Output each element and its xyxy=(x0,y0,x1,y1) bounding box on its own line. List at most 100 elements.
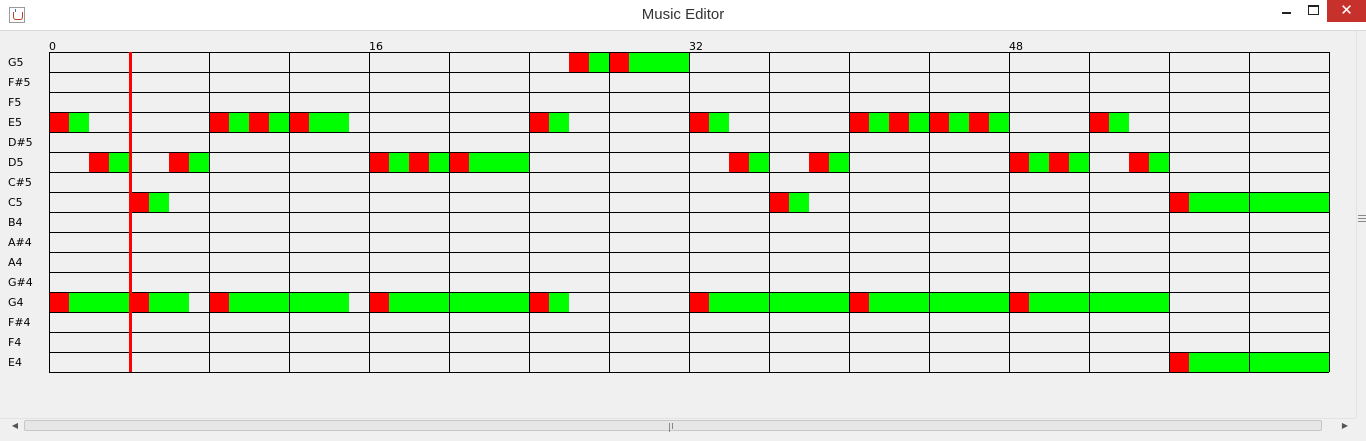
maximize-button[interactable] xyxy=(1300,0,1326,22)
note-head[interactable] xyxy=(49,112,69,132)
note-head[interactable] xyxy=(849,112,869,132)
note-sustain[interactable] xyxy=(389,292,529,312)
note-head[interactable] xyxy=(1049,152,1069,172)
note-head[interactable] xyxy=(889,112,909,132)
minimize-button[interactable] xyxy=(1275,0,1299,22)
note-sustain[interactable] xyxy=(549,292,569,312)
note-head[interactable] xyxy=(529,112,549,132)
note-sustain[interactable] xyxy=(1029,152,1049,172)
note-head[interactable] xyxy=(689,112,709,132)
note-sustain[interactable] xyxy=(1109,112,1129,132)
scroll-left-arrow-icon[interactable]: ◀ xyxy=(8,419,22,432)
pitch-label: A4 xyxy=(8,256,23,269)
note-head[interactable] xyxy=(729,152,749,172)
scroll-right-arrow-icon[interactable]: ▶ xyxy=(1338,419,1352,432)
title-bar[interactable]: Music Editor ✕ xyxy=(0,0,1366,31)
note-head[interactable] xyxy=(209,112,229,132)
playhead-line[interactable] xyxy=(129,52,132,372)
note-head[interactable] xyxy=(1169,352,1189,372)
note-sustain[interactable] xyxy=(549,112,569,132)
note-sustain[interactable] xyxy=(1189,352,1329,372)
note-head[interactable] xyxy=(169,152,189,172)
note-sustain[interactable] xyxy=(1029,292,1169,312)
note-sustain[interactable] xyxy=(429,152,449,172)
pitch-label: E4 xyxy=(8,356,22,369)
note-head[interactable] xyxy=(769,192,789,212)
note-head[interactable] xyxy=(929,112,949,132)
note-head[interactable] xyxy=(1089,112,1109,132)
vertical-scrollbar[interactable] xyxy=(1356,31,1366,418)
note-sustain[interactable] xyxy=(709,112,729,132)
note-head[interactable] xyxy=(849,292,869,312)
note-head[interactable] xyxy=(449,152,469,172)
pitch-label: F#5 xyxy=(8,76,31,89)
note-sustain[interactable] xyxy=(829,152,849,172)
note-sustain[interactable] xyxy=(229,112,249,132)
note-sustain[interactable] xyxy=(1189,192,1329,212)
note-head[interactable] xyxy=(209,292,229,312)
close-icon: ✕ xyxy=(1340,1,1353,19)
note-sustain[interactable] xyxy=(989,112,1009,132)
pitch-label: C#5 xyxy=(8,176,32,189)
maximize-icon xyxy=(1308,5,1319,15)
pitch-label: F#4 xyxy=(8,316,31,329)
note-head[interactable] xyxy=(369,292,389,312)
note-head[interactable] xyxy=(89,152,109,172)
note-sustain[interactable] xyxy=(749,152,769,172)
note-head[interactable] xyxy=(569,52,589,72)
pitch-label: G5 xyxy=(8,56,24,69)
note-sustain[interactable] xyxy=(189,152,209,172)
note-head[interactable] xyxy=(529,292,549,312)
note-head[interactable] xyxy=(609,52,629,72)
note-sustain[interactable] xyxy=(109,152,129,172)
note-sustain[interactable] xyxy=(1149,152,1169,172)
note-head[interactable] xyxy=(409,152,429,172)
note-sustain[interactable] xyxy=(309,112,349,132)
note-head[interactable] xyxy=(1009,152,1029,172)
vertical-scroll-grip-icon[interactable] xyxy=(1358,213,1366,223)
pitch-label: G#4 xyxy=(8,276,33,289)
note-head[interactable] xyxy=(49,292,69,312)
note-head[interactable] xyxy=(689,292,709,312)
note-sustain[interactable] xyxy=(269,112,289,132)
window-title: Music Editor xyxy=(641,6,725,23)
note-head[interactable] xyxy=(1169,192,1189,212)
beat-label: 16 xyxy=(369,40,383,53)
note-sustain[interactable] xyxy=(869,112,889,132)
pitch-label: A#4 xyxy=(8,236,32,249)
horizontal-scroll-thumb[interactable] xyxy=(24,420,1322,435)
note-sustain[interactable] xyxy=(589,52,609,72)
note-head[interactable] xyxy=(1009,292,1029,312)
close-button[interactable]: ✕ xyxy=(1327,0,1366,22)
note-sustain[interactable] xyxy=(389,152,409,172)
horizontal-scrollbar[interactable]: ◀ ▶ xyxy=(0,418,1356,435)
note-head[interactable] xyxy=(289,112,309,132)
note-sustain[interactable] xyxy=(709,292,849,312)
editor-viewport: G5 F#5 F5 E5 D#5 D5 C#5 C5 B4 A#4 A4 G#4 G4 F#4 F4 E4 0 1… xyxy=(0,31,1356,418)
beat-label: 32 xyxy=(689,40,703,53)
note-sustain[interactable] xyxy=(69,112,89,132)
pitch-label: D#5 xyxy=(8,136,33,149)
note-sustain[interactable] xyxy=(149,292,189,312)
beat-label: 0 xyxy=(49,40,56,53)
note-head[interactable] xyxy=(369,152,389,172)
note-sustain[interactable] xyxy=(469,152,529,172)
note-sustain[interactable] xyxy=(629,52,689,72)
note-sustain[interactable] xyxy=(69,292,129,312)
pitch-label: D5 xyxy=(8,156,23,169)
note-sustain[interactable] xyxy=(1069,152,1089,172)
note-sustain[interactable] xyxy=(909,112,929,132)
note-head[interactable] xyxy=(1129,152,1149,172)
note-sustain[interactable] xyxy=(949,112,969,132)
note-sustain[interactable] xyxy=(789,192,809,212)
note-head[interactable] xyxy=(809,152,829,172)
note-sustain[interactable] xyxy=(869,292,1009,312)
pitch-label: F5 xyxy=(8,96,21,109)
piano-roll[interactable]: G5 F#5 F5 E5 D#5 D5 C#5 C5 B4 A#4 A4 G#4 G4 F#4 F4 E4 0 1… xyxy=(0,31,1356,418)
note-sustain[interactable] xyxy=(149,192,169,212)
pitch-label: F4 xyxy=(8,336,21,349)
beat-label: 48 xyxy=(1009,40,1023,53)
note-head[interactable] xyxy=(969,112,989,132)
horizontal-scroll-grip-icon xyxy=(669,423,677,435)
note-head[interactable] xyxy=(249,112,269,132)
